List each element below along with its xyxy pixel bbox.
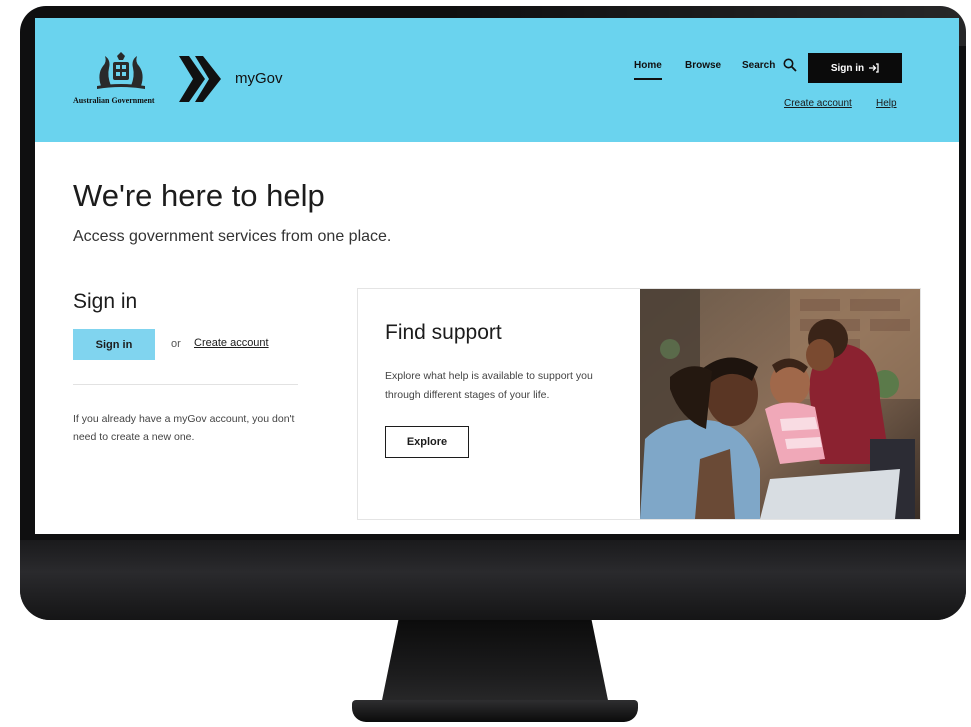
screen: Australian Government myGov Home Browse … xyxy=(35,18,959,534)
monitor-base xyxy=(352,700,638,722)
sign-in-heading: Sign in xyxy=(73,290,138,313)
page-subtitle: Access government services from one plac… xyxy=(73,228,392,245)
nav-home-underline xyxy=(634,78,662,80)
header-create-account-link[interactable]: Create account xyxy=(784,98,852,109)
find-support-title: Find support xyxy=(385,321,502,344)
divider xyxy=(73,384,298,385)
mygov-brand[interactable]: myGov xyxy=(235,70,283,87)
family-photo xyxy=(640,289,920,519)
header-sign-in-button[interactable]: Sign in xyxy=(808,53,902,83)
header-sign-in-label: Sign in xyxy=(830,62,865,74)
nav-browse[interactable]: Browse xyxy=(685,60,721,71)
find-support-card: Find support Explore what help is availa… xyxy=(357,288,921,520)
gov-name: Australian Government xyxy=(73,96,155,105)
coat-of-arms-icon xyxy=(97,52,145,89)
sign-in-button[interactable]: Sign in xyxy=(73,329,155,360)
nav-home[interactable]: Home xyxy=(634,60,662,71)
or-text: or xyxy=(171,338,181,350)
search-icon[interactable] xyxy=(783,58,797,72)
sign-in-arrow-icon xyxy=(869,63,879,73)
mygov-logo-icon[interactable] xyxy=(179,54,223,104)
site-header: Australian Government myGov Home Browse … xyxy=(35,18,959,142)
nav-search[interactable]: Search xyxy=(742,60,775,71)
create-account-link[interactable]: Create account xyxy=(194,337,269,349)
find-support-text: Explore what help is available to suppor… xyxy=(385,370,593,401)
header-help-link[interactable]: Help xyxy=(876,98,897,109)
sign-in-note: If you already have a myGov account, you… xyxy=(73,413,295,443)
monitor-chin xyxy=(20,540,966,620)
australian-government-logo[interactable]: Australian Government xyxy=(73,52,173,112)
monitor-stand xyxy=(380,620,610,710)
explore-button[interactable]: Explore xyxy=(385,426,469,458)
page-title: We're here to help xyxy=(73,178,325,213)
